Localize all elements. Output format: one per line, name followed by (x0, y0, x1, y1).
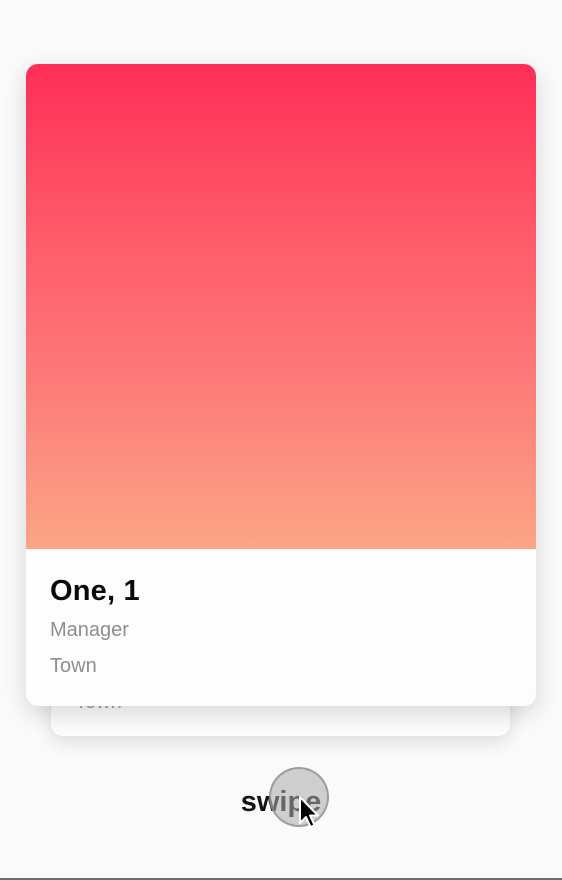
profile-photo (26, 64, 536, 549)
profile-job: Manager (50, 619, 129, 641)
profile-name-age: One, 1 (50, 575, 140, 607)
arrow-pointer-icon (299, 796, 319, 828)
profile-info: One, 1 Manager Town (26, 549, 536, 706)
app-screen: Town One, 1 Manager Town swipe (0, 0, 562, 880)
profile-location: Town (50, 655, 97, 677)
profile-card-front[interactable]: One, 1 Manager Town (26, 64, 536, 706)
